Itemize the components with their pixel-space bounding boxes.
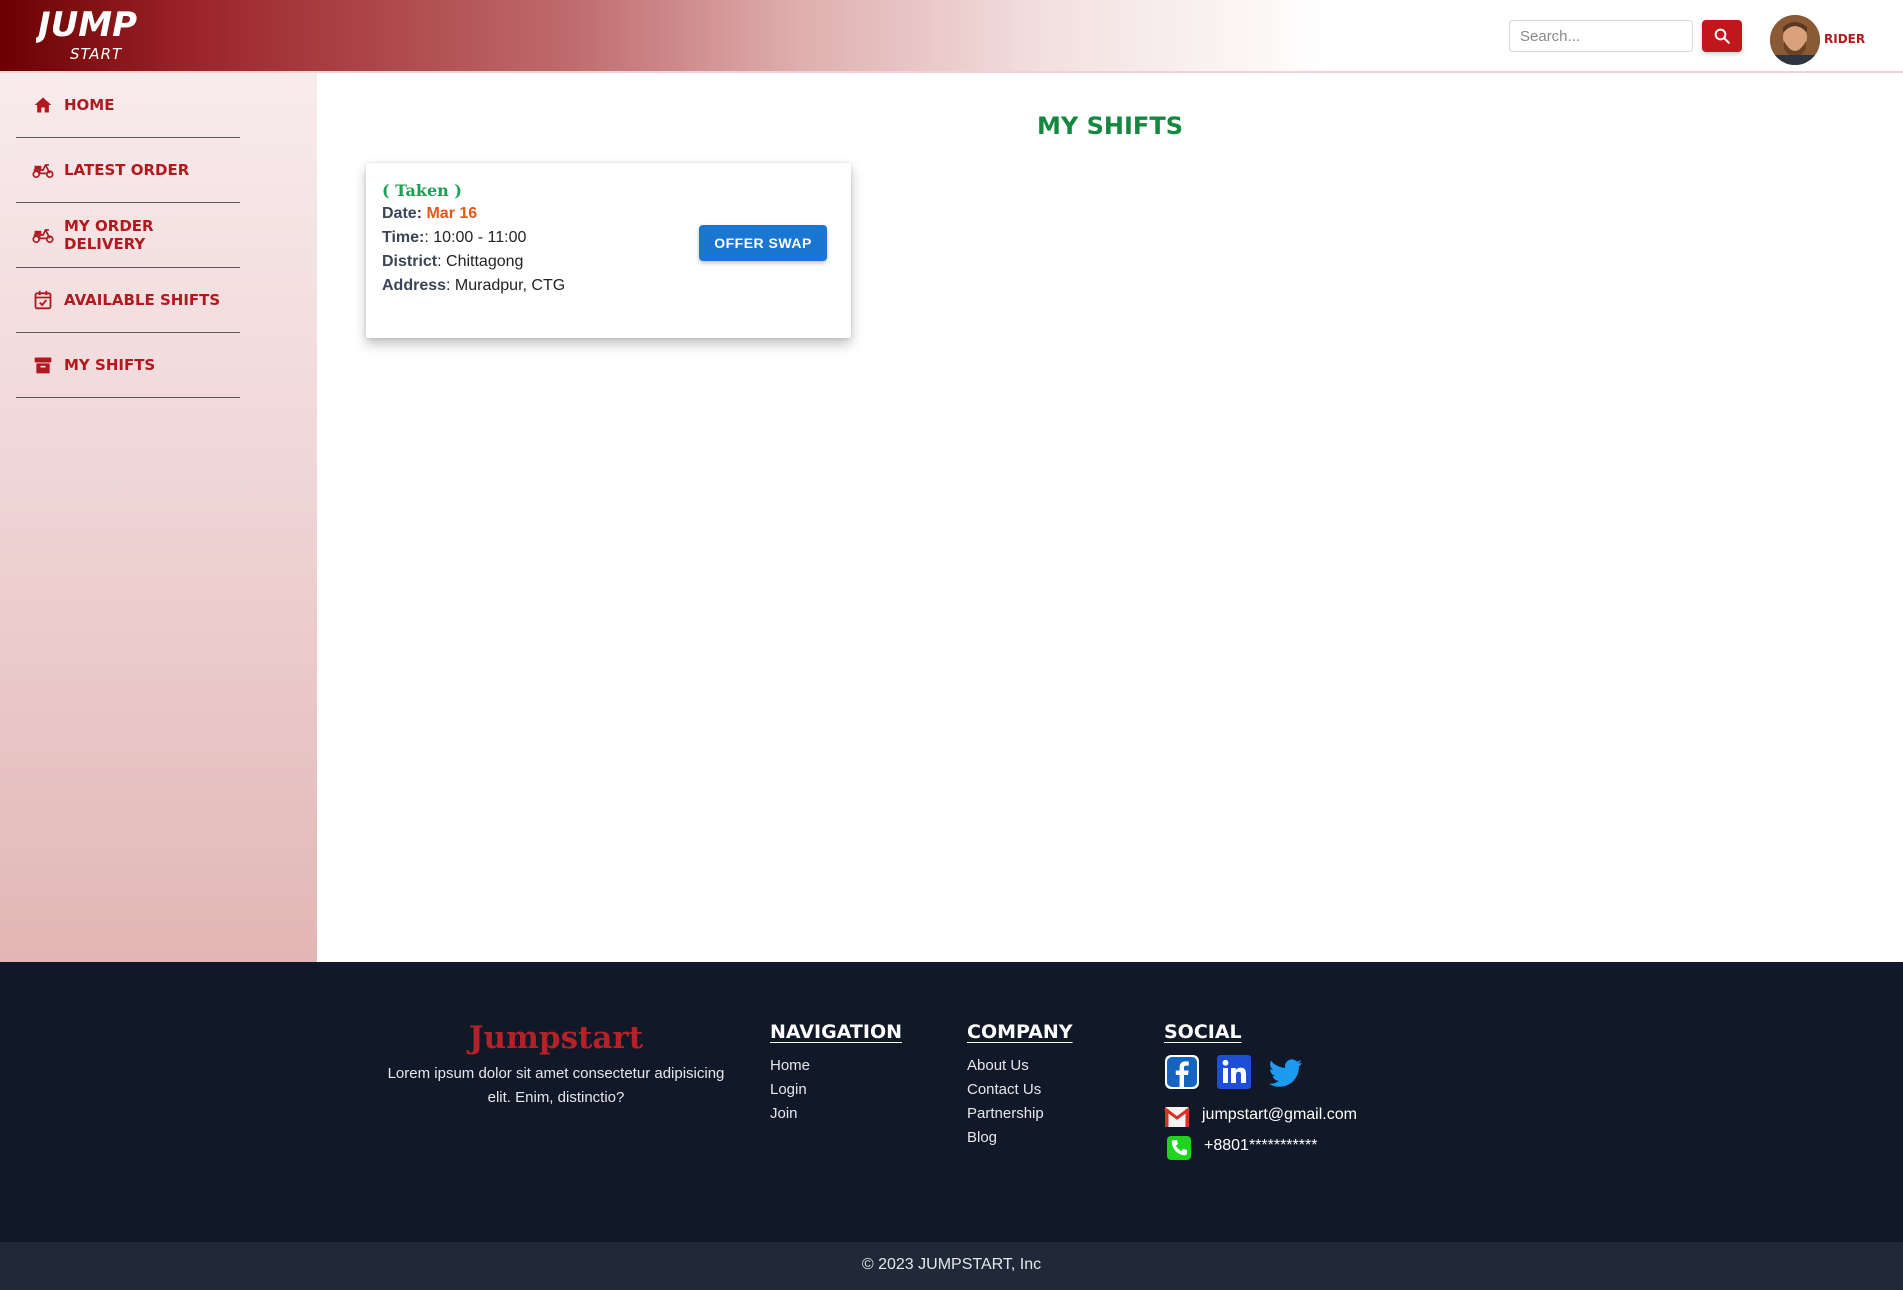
address-value: : Muradpur, CTG [446, 277, 566, 294]
sidebar-item-my-shifts[interactable]: MY SHIFTS [16, 333, 240, 398]
navigation-heading: NAVIGATION [770, 1021, 902, 1043]
footer-link-partnership[interactable]: Partnership [967, 1105, 1044, 1122]
sidebar-item-label: HOME [64, 96, 115, 114]
user-avatar[interactable] [1770, 15, 1820, 65]
archive-icon [32, 354, 54, 376]
calendar-check-icon [32, 289, 54, 311]
logo-text-top: JUMP [36, 5, 137, 45]
offer-swap-button[interactable]: OFFER SWAP [699, 225, 827, 261]
sidebar: HOME LATEST ORDER MY ORDER DELIVERY AVAI… [0, 73, 317, 962]
logo-text-bottom: START [70, 45, 123, 63]
sidebar-item-home[interactable]: HOME [16, 73, 240, 138]
sidebar-item-latest-order[interactable]: LATEST ORDER [16, 138, 240, 203]
shift-time-row: Time:: 10:00 - 11:00 [382, 229, 526, 247]
gmail-icon [1164, 1107, 1190, 1127]
shift-status: ( Taken ) [382, 181, 462, 200]
sidebar-item-label: MY SHIFTS [64, 356, 156, 374]
search-button[interactable] [1702, 20, 1742, 52]
copyright-bar: © 2023 JUMPSTART, Inc [0, 1242, 1903, 1290]
footer-link-join[interactable]: Join [770, 1105, 798, 1122]
top-header: JUMP START RIDER [0, 0, 1903, 73]
footer-link-login[interactable]: Login [770, 1081, 807, 1098]
facebook-icon[interactable] [1164, 1054, 1200, 1090]
footer-brand: Jumpstart [468, 1020, 644, 1056]
date-value: Mar 16 [426, 205, 478, 222]
address-label: Address [382, 277, 447, 294]
phone-icon [1167, 1136, 1191, 1160]
footer-link-contact[interactable]: Contact Us [967, 1081, 1041, 1098]
footer-link-about[interactable]: About Us [967, 1057, 1029, 1074]
social-heading: SOCIAL [1164, 1021, 1242, 1043]
sidebar-item-available-shifts[interactable]: AVAILABLE SHIFTS [16, 268, 240, 333]
date-label: Date: [382, 205, 423, 222]
time-label: Time: [382, 229, 425, 246]
copyright-text: © 2023 JUMPSTART, Inc [861, 1256, 1042, 1273]
home-icon [32, 94, 54, 116]
footer-description: Lorem ipsum dolor sit amet consectetur a… [387, 1065, 725, 1106]
sidebar-item-my-order-delivery[interactable]: MY ORDER DELIVERY [16, 203, 240, 268]
footer: Jumpstart Lorem ipsum dolor sit amet con… [0, 962, 1903, 1242]
company-heading: COMPANY [967, 1021, 1073, 1043]
time-value: : 10:00 - 11:00 [424, 229, 527, 246]
shift-address-row: Address: Muradpur, CTG [382, 277, 565, 295]
district-value: : Chittagong [437, 253, 524, 270]
avatar-image [1770, 15, 1820, 65]
shift-district-row: District: Chittagong [382, 253, 523, 271]
search-icon [1714, 28, 1730, 44]
scooter-icon [32, 159, 54, 181]
footer-link-blog[interactable]: Blog [967, 1129, 997, 1146]
footer-phone: +8801*********** [1204, 1137, 1318, 1154]
scooter-icon [32, 224, 54, 246]
footer-link-home[interactable]: Home [770, 1057, 810, 1074]
district-label: District [382, 253, 438, 270]
search-input[interactable] [1509, 20, 1693, 52]
twitter-icon[interactable] [1268, 1054, 1304, 1090]
jumpstart-logo[interactable]: JUMP START [36, 4, 160, 66]
sidebar-item-label: LATEST ORDER [64, 161, 190, 179]
sidebar-item-label: MY ORDER DELIVERY [64, 217, 154, 253]
sidebar-item-label: AVAILABLE SHIFTS [64, 291, 221, 309]
footer-email[interactable]: jumpstart@gmail.com [1202, 1106, 1357, 1124]
linkedin-icon[interactable] [1216, 1054, 1252, 1090]
shift-card: ( Taken ) Date: Mar 16 Time:: 10:00 - 11… [366, 163, 851, 338]
user-role-label: RIDER [1824, 32, 1866, 46]
shift-date-row: Date: Mar 16 [382, 205, 477, 223]
page-title: MY SHIFTS [1037, 112, 1183, 140]
